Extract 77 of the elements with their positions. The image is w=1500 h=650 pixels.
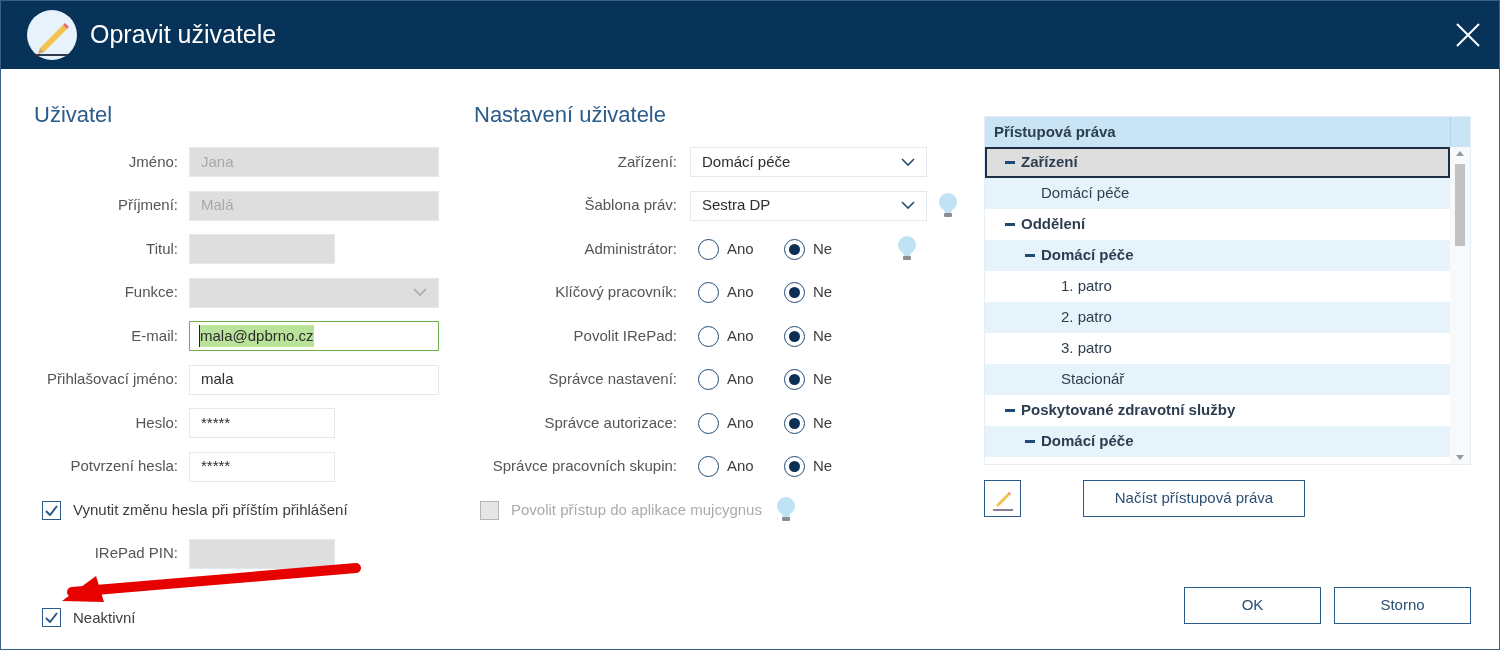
checkbox[interactable] bbox=[42, 500, 61, 520]
radio-label: Ne bbox=[813, 369, 834, 390]
chevron-down-icon bbox=[413, 288, 427, 297]
field-label: Šablona práv: bbox=[583, 195, 677, 216]
edit-button[interactable] bbox=[984, 480, 1021, 517]
radio-label: Ano bbox=[727, 412, 755, 433]
radio-label: Ne bbox=[813, 456, 834, 477]
radio-button[interactable] bbox=[698, 325, 719, 347]
input-field[interactable]: mala bbox=[189, 364, 439, 395]
tree-item[interactable]: Domácí péče bbox=[985, 178, 1450, 209]
field-label: Administrátor: bbox=[583, 238, 677, 259]
radio-button[interactable] bbox=[698, 456, 719, 477]
field-label: Příjmení: bbox=[117, 195, 178, 216]
tree-item[interactable]: Zařízení bbox=[985, 147, 1450, 178]
radio-label: Ano bbox=[727, 282, 755, 303]
field-label: Klíčový pracovník: bbox=[554, 282, 677, 303]
lightbulb-icon[interactable] bbox=[938, 192, 958, 219]
load-rights-button[interactable]: Načíst přístupová práva bbox=[1083, 480, 1305, 517]
lightbulb-icon[interactable] bbox=[897, 236, 917, 262]
tree-item[interactable]: 2. patro bbox=[985, 302, 1450, 333]
field-label: Zařízení: bbox=[616, 151, 677, 172]
scroll-up-icon[interactable] bbox=[1456, 151, 1464, 156]
column-header: Přístupová práva bbox=[993, 122, 1117, 142]
field-label: Jméno: bbox=[127, 151, 178, 172]
chevron-down-icon bbox=[901, 157, 915, 167]
radio-label: Ano bbox=[727, 325, 755, 346]
radio-label: Ano bbox=[727, 238, 755, 259]
radio-label: Ne bbox=[813, 282, 834, 303]
dropdown[interactable]: Domácí péče bbox=[690, 147, 927, 177]
checkbox-label: Povolit přístup do aplikace mujcygnus bbox=[511, 499, 762, 520]
radio-button[interactable] bbox=[784, 282, 805, 303]
field-label: Heslo: bbox=[134, 412, 178, 433]
radio-button[interactable] bbox=[698, 238, 719, 260]
pencil-icon bbox=[27, 10, 77, 60]
close-icon[interactable] bbox=[1455, 22, 1481, 48]
radio-label: Ano bbox=[727, 456, 755, 477]
field-label: IRePad PIN: bbox=[93, 543, 178, 564]
field-label: Přihlašovací jméno: bbox=[46, 369, 178, 390]
radio-button[interactable] bbox=[784, 456, 805, 477]
scroll-thumb[interactable] bbox=[1455, 164, 1465, 246]
radio-label: Ne bbox=[813, 412, 834, 433]
radio-button[interactable] bbox=[698, 412, 719, 434]
window-title: Opravit uživatele bbox=[90, 19, 277, 51]
radio-button[interactable] bbox=[784, 238, 805, 260]
radio-button[interactable] bbox=[784, 325, 805, 347]
radio-button[interactable] bbox=[698, 282, 719, 303]
radio-button[interactable] bbox=[784, 369, 805, 390]
tree-item[interactable]: Domácí péče bbox=[985, 426, 1450, 457]
radio-label: Ano bbox=[727, 369, 755, 390]
checkbox[interactable] bbox=[42, 608, 61, 628]
dialog-button[interactable]: Storno bbox=[1334, 587, 1471, 624]
field-label: Správce autorizace: bbox=[543, 412, 677, 433]
dropdown[interactable]: Sestra DP bbox=[690, 190, 927, 221]
field-label: Titul: bbox=[145, 238, 178, 259]
tree-item[interactable]: Stacionář bbox=[985, 364, 1450, 395]
chevron-down-icon bbox=[901, 201, 915, 210]
checkbox-label: Vynutit změnu hesla při příštím přihlášení bbox=[73, 499, 348, 520]
section-heading: Nastavení uživatele bbox=[474, 101, 667, 129]
scrollbar[interactable] bbox=[1450, 147, 1470, 464]
field-label: Funkce: bbox=[123, 282, 178, 303]
field-label: E-mail: bbox=[130, 325, 178, 346]
field-label: Potvrzení hesla: bbox=[69, 456, 178, 477]
field-label: Správce pracovních skupin: bbox=[491, 456, 677, 477]
field-label: Povolit IRePad: bbox=[572, 325, 677, 346]
field-label: Správce nastavení: bbox=[547, 369, 677, 390]
radio-label: Ne bbox=[813, 238, 834, 259]
radio-button[interactable] bbox=[698, 369, 719, 390]
section-heading: Uživatel bbox=[34, 101, 114, 129]
checkbox-label: Neaktivní bbox=[73, 607, 136, 628]
input-field[interactable]: ***** bbox=[189, 408, 335, 438]
tree-item[interactable]: Domácí péče bbox=[985, 240, 1450, 271]
radio-label: Ne bbox=[813, 325, 834, 346]
radio-button[interactable] bbox=[784, 412, 805, 434]
input-field[interactable]: mala@dpbrno.cz bbox=[189, 321, 439, 351]
dialog-button[interactable]: OK bbox=[1184, 587, 1321, 624]
input-field[interactable]: ***** bbox=[189, 451, 335, 482]
scroll-down-icon[interactable] bbox=[1456, 455, 1464, 460]
